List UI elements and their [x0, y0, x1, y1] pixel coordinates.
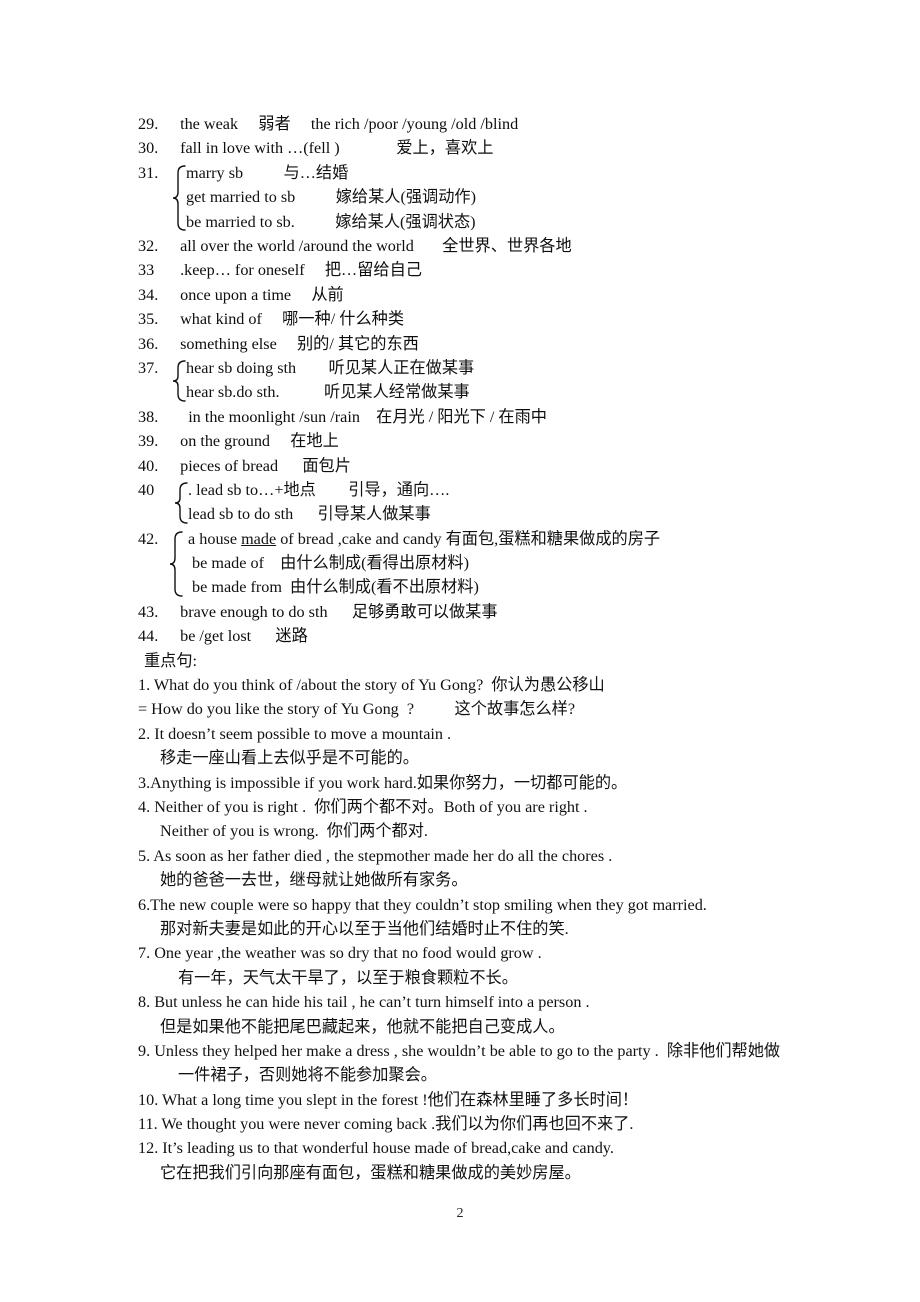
phrase-item: 36. something else 别的/ 其它的东西 [138, 332, 838, 356]
brace-rows: hear sb doing sth 听见某人正在做某事 hear sb.do s… [138, 356, 838, 405]
key-sentence: = How do you like the story of Yu Gong ?… [138, 700, 576, 719]
key-sentence: 1. What do you think of /about the story… [138, 676, 605, 695]
item-number: 39. [138, 432, 159, 451]
item-number: 44. [138, 627, 159, 646]
item-number: 43. [138, 602, 159, 621]
item-text: something else 别的/ 其它的东西 [172, 334, 419, 353]
phrase-item: 43. brave enough to do sth 足够勇敢可以做某事 [138, 600, 838, 624]
phrase-item: 35. what kind of 哪一种/ 什么种类 [138, 307, 838, 331]
key-sentence: 3.Anything is impossible if you work har… [138, 773, 628, 792]
brace-row: hear sb.do sth. 听见某人经常做某事 [186, 383, 470, 402]
brace-row: be married to sb. 嫁给某人(强调状态) [186, 212, 476, 231]
item-text: all over the world /around the world 全世界… [172, 236, 572, 255]
item-number: 36. [138, 334, 159, 353]
phrase-item-brace: 31. marry sb 与…结婚 get married to sb 嫁给某人… [138, 161, 838, 234]
document-page: 29. the weak 弱者 the rich /poor /young /o… [0, 0, 920, 1302]
item-text: pieces of bread 面包片 [172, 456, 351, 475]
item-text: what kind of 哪一种/ 什么种类 [172, 310, 405, 329]
brace-row: a house made of bread ,cake and candy 有面… [138, 527, 838, 551]
item-text: .keep… for oneself 把…留给自己 [172, 261, 422, 280]
page-number: 2 [456, 1206, 464, 1221]
item-text: the weak 弱者 the rich /poor /young /old /… [172, 115, 519, 133]
key-sentence: 那对新夫妻是如此的开心以至于当他们结婚时止不住的笑. [160, 919, 569, 938]
phrase-item: 30. fall in love with …(fell ) 爱上，喜欢上 [138, 136, 838, 160]
item-number: 30. [138, 139, 159, 158]
brace-rows: a house made of bread ,cake and candy 有面… [138, 527, 838, 600]
key-sentence: 一件裙子，否则她将不能参加聚会。 [178, 1066, 437, 1085]
phrase-item: 32. all over the world /around the world… [138, 234, 838, 258]
brace-row: . lead sb to…+地点 引导，通向…. [188, 480, 450, 499]
item-number: 34. [138, 285, 159, 304]
brace-row-post: of bread ,cake and candy 有面包,蛋糕和糖果做成的房子 [276, 529, 661, 548]
brace-row-pre: a house [184, 529, 242, 548]
key-sentence: 7. One year ,the weather was so dry that… [138, 944, 542, 963]
key-sentence: 4. Neither of you is right . 你们两个都不对。Bot… [138, 798, 588, 816]
phrase-item-brace: 40 . lead sb to…+地点 引导，通向…. lead sb to d… [138, 478, 838, 527]
brace-rows: marry sb 与…结婚 get married to sb 嫁给某人(强调动… [138, 161, 838, 234]
key-sentence: 10. What a long time you slept in the fo… [138, 1090, 639, 1109]
notes-content: 29. the weak 弱者 the rich /poor /young /o… [138, 112, 838, 1185]
key-sentence: 2. It doesn’t seem possible to move a mo… [138, 724, 452, 743]
item-text: fall in love with …(fell ) 爱上，喜欢上 [172, 139, 494, 158]
phrase-item: 39. on the ground 在地上 [138, 429, 838, 453]
item-text: be /get lost 迷路 [172, 627, 308, 646]
item-number: 33 [138, 261, 155, 280]
key-sentence: 8. But unless he can hide his tail , he … [138, 993, 590, 1012]
brace-row: lead sb to do sth 引导某人做某事 [188, 505, 431, 524]
item-text: once upon a time 从前 [172, 285, 344, 304]
phrase-item-brace: 42. a house made of bread ,cake and cand… [138, 527, 838, 600]
key-sentence: 但是如果他不能把尾巴藏起来，他就不能把自己变成人。 [160, 1017, 565, 1036]
item-number: 42. [138, 529, 159, 548]
phrase-item: 34. once upon a time 从前 [138, 283, 838, 307]
phrase-item: 33 .keep… for oneself 把…留给自己 [138, 258, 838, 282]
phrase-item: 29. the weak 弱者 the rich /poor /young /o… [138, 112, 838, 136]
item-number: 37. [138, 358, 159, 377]
key-sentence: 9. Unless they helped her make a dress ,… [138, 1041, 781, 1060]
key-sentence: 移走一座山看上去似乎是不可能的。 [160, 749, 419, 768]
item-number: 40. [138, 456, 159, 475]
brace-row: be made from 由什么制成(看不出原材料) [188, 578, 479, 597]
key-sentence: 5. As soon as her father died , the step… [138, 846, 613, 865]
brace-row: marry sb 与…结婚 [186, 163, 349, 182]
item-text: brave enough to do sth 足够勇敢可以做某事 [172, 602, 498, 621]
phrase-item: 44. be /get lost 迷路 [138, 624, 838, 648]
item-number: 29. [138, 115, 159, 133]
phrase-item: 40. pieces of bread 面包片 [138, 454, 838, 478]
brace-row: get married to sb 嫁给某人(强调动作) [186, 188, 476, 207]
phrase-item-brace: 37. hear sb doing sth 听见某人正在做某事 hear sb.… [138, 356, 838, 405]
key-sentences-heading: 重点句: [144, 651, 198, 670]
key-sentence: Neither of you is wrong. 你们两个都对. [160, 822, 428, 841]
brace-row-underlined: made [241, 529, 277, 548]
item-number: 31. [138, 163, 159, 182]
item-number: 40 [138, 480, 155, 499]
item-text: in the moonlight /sun /rain 在月光 / 阳光下 / … [172, 407, 547, 426]
key-sentence: 12. It’s leading us to that wonderful ho… [138, 1139, 614, 1158]
key-sentence: 11. We thought you were never coming bac… [138, 1115, 634, 1134]
key-sentence: 她的爸爸一去世，继母就让她做所有家务。 [160, 871, 468, 890]
item-number: 35. [138, 310, 159, 329]
brace-rows: . lead sb to…+地点 引导，通向…. lead sb to do s… [138, 478, 838, 527]
key-sentence: 它在把我们引向那座有面包，蛋糕和糖果做成的美妙房屋。 [160, 1163, 581, 1182]
item-number: 38. [138, 407, 159, 426]
phrase-item: 38. in the moonlight /sun /rain 在月光 / 阳光… [138, 405, 838, 429]
brace-row: hear sb doing sth 听见某人正在做某事 [186, 358, 475, 377]
brace-row: be made of 由什么制成(看得出原材料) [188, 554, 469, 573]
item-text: on the ground 在地上 [172, 432, 339, 451]
key-sentence: 有一年，天气太干旱了，以至于粮食颗粒不长。 [178, 968, 518, 987]
item-number: 32. [138, 236, 159, 255]
key-sentence: 6.The new couple were so happy that they… [138, 895, 707, 914]
